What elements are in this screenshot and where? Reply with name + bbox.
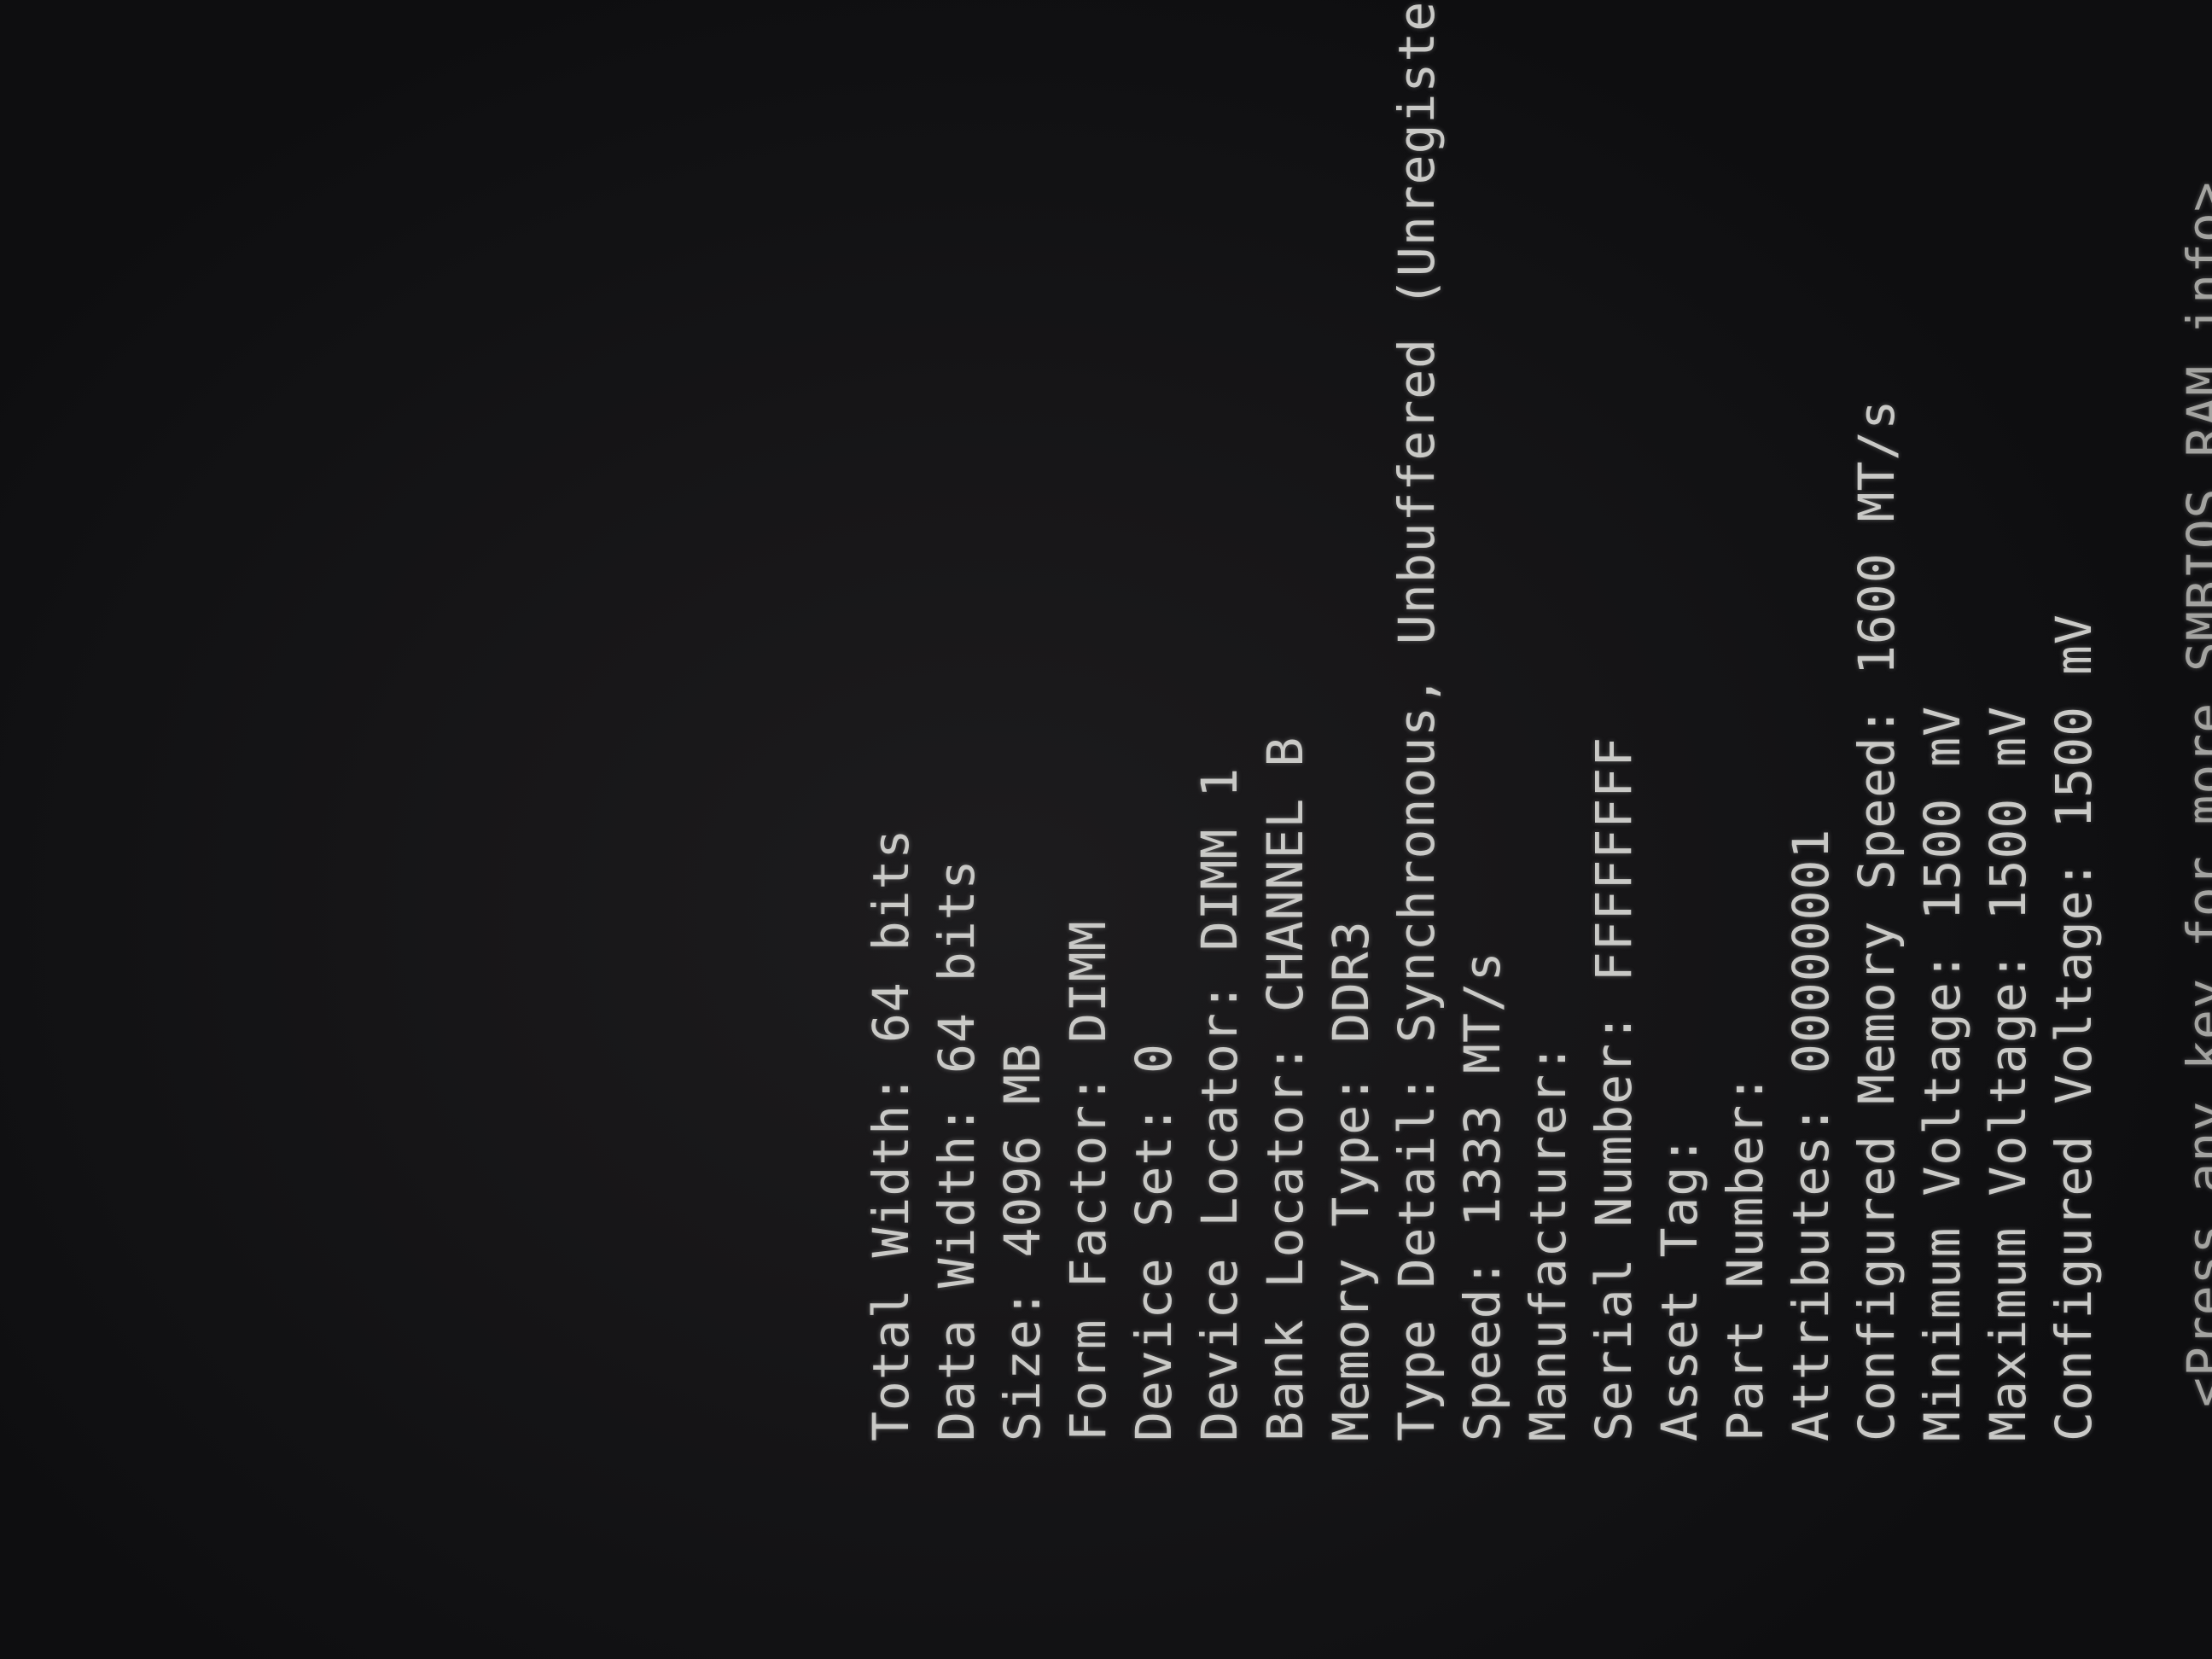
total-width-line: Total Width: 64 bits [862,828,920,1441]
configured-memory-speed-line: Configured Memory Speed: 1600 MT/s [1848,399,1906,1441]
type-detail-line: Type Detail: Synchronous, Unbuffered (Un… [1388,0,1446,1441]
part-number-line: Part Number: [1716,1073,1774,1441]
ram-info-lines: Total Width: 64 bits Data Width: 64 bits… [859,0,2212,1441]
bank-locator-line: Bank Locator: CHANNEL B [1256,736,1314,1441]
device-set-line: Device Set: 0 [1125,1043,1183,1441]
data-width-line: Data Width: 64 bits [928,859,986,1441]
maximum-voltage-line: Maximum Voltage: 1500 mV [1979,705,2037,1441]
press-any-key-prompt[interactable]: <Press any key for more SMBIOS RAM info> [2173,161,2212,1441]
manufacturer-line: Manufacturer: [1519,1043,1577,1441]
configured-voltage-line: Configured Voltage: 1500 mV [2045,614,2103,1441]
minimum-voltage-line: Minimum Voltage: 1500 mV [1913,705,1971,1441]
form-factor-line: Form Factor: DIMM [1059,920,1117,1441]
serial-number-line: Serial Number: FFFFFFFF [1585,736,1643,1441]
smbios-ram-info-console: Total Width: 64 bits Data Width: 64 bits… [295,0,2212,1534]
console-screen: Total Width: 64 bits Data Width: 64 bits… [0,0,2212,1659]
memory-type-line: Memory Type: DDR3 [1322,920,1380,1441]
attributes-line: Attributes: 00000001 [1782,828,1840,1441]
asset-tag-line: Asset Tag: [1650,1134,1708,1441]
speed-line: Speed: 1333 MT/s [1453,951,1511,1441]
size-line: Size: 4096 MB [993,1043,1051,1441]
device-locator-line: Device Locator: DIMM 1 [1190,766,1249,1441]
